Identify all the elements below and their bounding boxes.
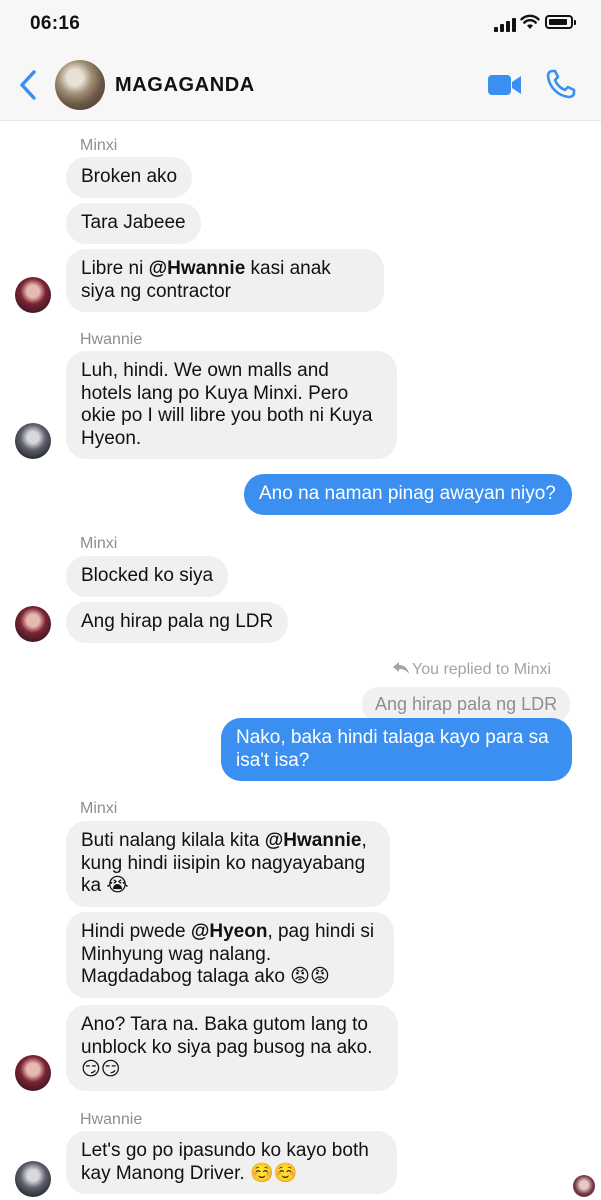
battery-icon xyxy=(545,15,576,29)
message-bubble[interactable]: Ano? Tara na. Baka gutom lang to unblock… xyxy=(66,1005,398,1091)
sender-name: Minxi xyxy=(80,137,118,154)
reply-arrow-icon xyxy=(393,662,409,674)
message-bubble[interactable]: Libre ni @Hwannie kasi anak siya ng cont… xyxy=(66,249,384,312)
message-bubble[interactable]: Luh, hindi. We own malls and hotels lang… xyxy=(66,351,397,459)
sender-name: Hwannie xyxy=(80,331,143,348)
message-bubble[interactable]: Let's go po ipasundo ko kayo both kay Ma… xyxy=(66,1131,397,1194)
video-camera-icon[interactable] xyxy=(487,72,523,98)
signal-icon xyxy=(494,16,516,32)
outgoing-message-bubble[interactable]: Ano na naman pinag awayan niyo? xyxy=(244,474,572,515)
reply-indicator: You replied to Minxi xyxy=(392,661,551,679)
message-bubble[interactable]: Broken ako xyxy=(66,157,193,198)
avatar[interactable] xyxy=(15,423,51,459)
message-bubble[interactable]: Buti nalang kilala kita @Hwannie, kung h… xyxy=(66,821,390,907)
sender-name: Hwannie xyxy=(80,1111,143,1128)
message-bubble[interactable]: Hindi pwede @Hyeon, pag hindi si Minhyun… xyxy=(66,912,394,998)
avatar[interactable] xyxy=(15,1055,51,1091)
read-receipt-avatar xyxy=(573,1175,595,1197)
mention[interactable]: @Hwannie xyxy=(265,830,362,851)
outgoing-message-bubble[interactable]: Nako, baka hindi talaga kayo para sa isa… xyxy=(221,718,572,781)
status-time: 06:16 xyxy=(30,13,81,34)
mention[interactable]: @Hwannie xyxy=(149,258,246,279)
wifi-icon xyxy=(520,14,540,29)
quoted-message[interactable]: Ang hirap pala ng LDR xyxy=(362,687,571,722)
message-bubble[interactable]: Tara Jabeee xyxy=(66,203,201,244)
mention[interactable]: @Hyeon xyxy=(191,921,268,942)
avatar[interactable] xyxy=(15,1161,51,1197)
status-bar: 06:16 xyxy=(0,0,601,50)
sender-name: Minxi xyxy=(80,535,118,552)
chevron-left-icon[interactable] xyxy=(14,67,44,103)
avatar[interactable] xyxy=(15,606,51,642)
chat-title[interactable]: MAGAGANDA xyxy=(115,74,255,97)
group-avatar[interactable] xyxy=(55,60,105,110)
message-bubble[interactable]: Ang hirap pala ng LDR xyxy=(66,602,289,643)
message-bubble[interactable]: Blocked ko siya xyxy=(66,556,229,597)
avatar[interactable] xyxy=(15,277,51,313)
phone-icon[interactable] xyxy=(545,68,577,100)
chat-header: MAGAGANDA xyxy=(0,50,601,121)
sender-name: Minxi xyxy=(80,800,118,817)
